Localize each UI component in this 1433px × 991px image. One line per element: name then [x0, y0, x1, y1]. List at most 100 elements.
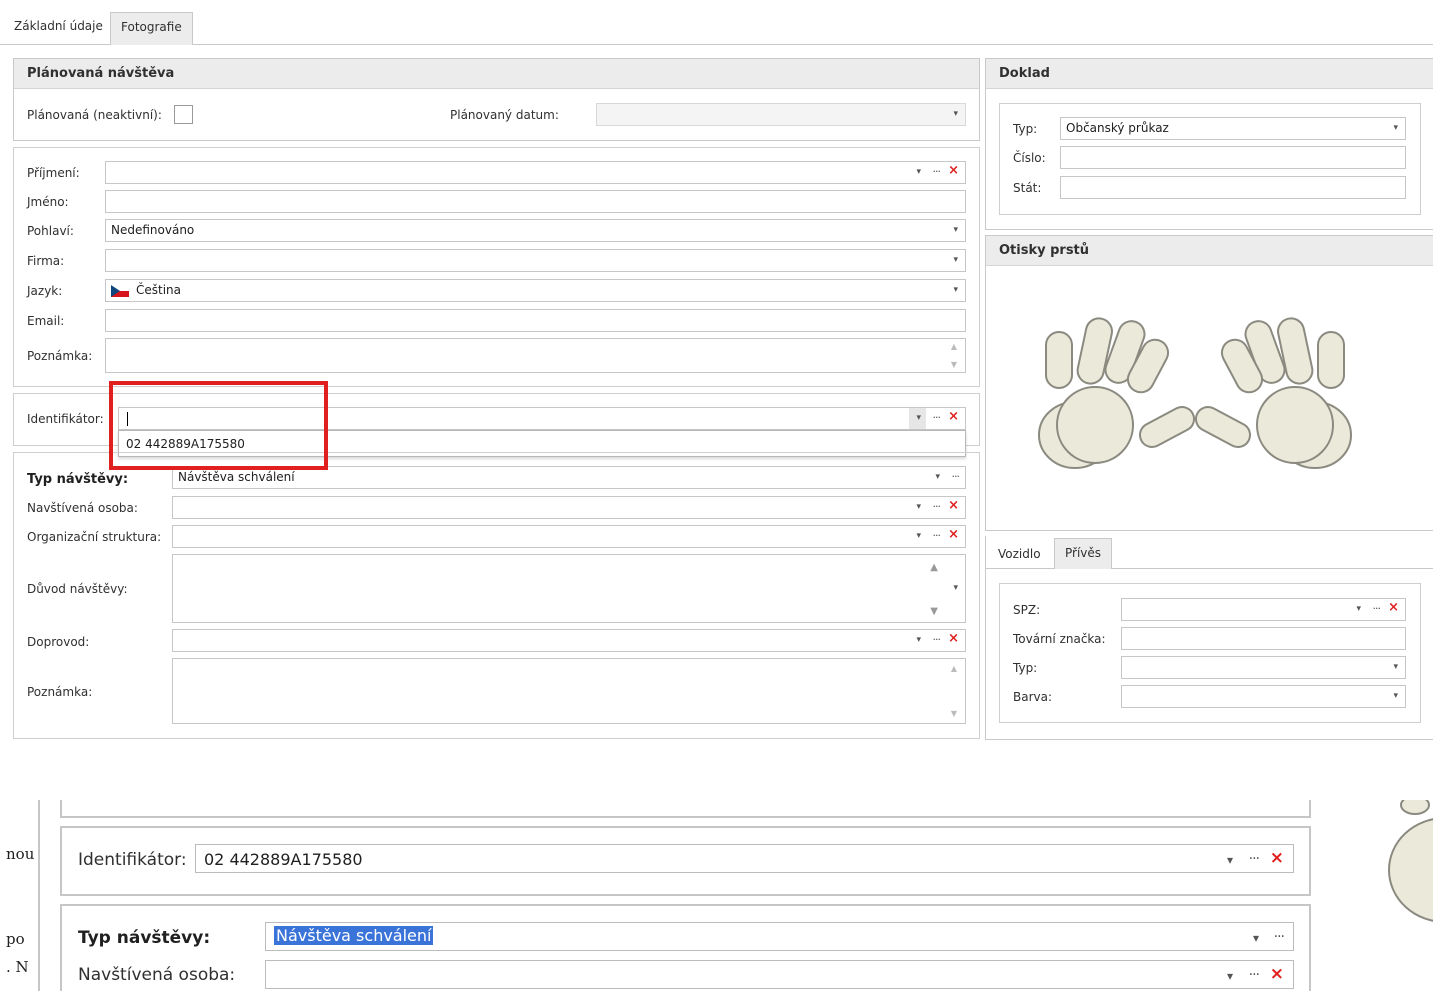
zoom-identifier-value: 02 442889A175580	[204, 850, 363, 869]
zoom-left-border	[38, 800, 40, 991]
chevron-down-icon[interactable]: ▾	[953, 285, 958, 295]
chevron-down-icon[interactable]: ▾	[953, 109, 958, 119]
hands-icon[interactable]	[1030, 300, 1370, 480]
chevron-down-icon[interactable]: ▾	[916, 531, 921, 541]
scroll-up-icon[interactable]: ▲	[951, 664, 957, 673]
brand-field[interactable]	[1121, 627, 1406, 650]
vehicle-type-label: Typ:	[1013, 661, 1038, 675]
scroll-up-icon[interactable]: ▲	[930, 562, 938, 573]
chevron-down-icon[interactable]: ▾	[916, 502, 921, 512]
chevron-down-icon[interactable]: ▾	[953, 225, 958, 235]
chevron-down-icon[interactable]: ▾	[1393, 662, 1398, 672]
chevron-down-icon[interactable]: ▾	[935, 472, 940, 482]
tab-vehicle[interactable]: Vozidlo	[988, 540, 1051, 568]
chevron-down-icon[interactable]: ▾	[916, 635, 921, 645]
clear-icon[interactable]: ×	[948, 527, 959, 542]
ellipsis-icon[interactable]: ···	[933, 529, 941, 542]
ellipsis-icon[interactable]: ···	[1373, 602, 1381, 615]
chevron-down-icon[interactable]: ▾	[1253, 931, 1259, 945]
surname-field[interactable]: ▾ ··· ×	[105, 161, 966, 184]
clear-icon[interactable]: ×	[948, 498, 959, 513]
scroll-up-icon[interactable]: ▲	[951, 342, 957, 351]
clear-icon[interactable]: ×	[948, 631, 959, 646]
document-type-label: Typ:	[1013, 122, 1038, 136]
escort-field[interactable]: ▾ ··· ×	[172, 629, 966, 652]
tab-trailer[interactable]: Přívěs	[1054, 538, 1113, 569]
highlight-box	[109, 381, 328, 470]
brand-label: Tovární značka:	[1013, 632, 1106, 646]
zoom-identifier-field[interactable]: 02 442889A175580 ▾ ··· ×	[195, 844, 1294, 873]
ellipsis-icon[interactable]: ···	[1274, 929, 1285, 945]
company-select[interactable]: ▾	[105, 249, 966, 272]
ellipsis-icon[interactable]: ···	[933, 633, 941, 646]
chevron-down-icon[interactable]: ▾	[916, 413, 921, 423]
ellipsis-icon[interactable]: ···	[1249, 967, 1260, 983]
document-type-value: Občanský průkaz	[1066, 121, 1169, 135]
clear-icon[interactable]: ×	[1388, 600, 1399, 615]
document-number-field[interactable]	[1060, 146, 1406, 169]
zoom-visited-person-label: Navštívená osoba:	[78, 965, 236, 985]
planned-date-field[interactable]: ▾	[596, 103, 966, 126]
zoomed-view: nou po . N Identifikátor: 02 442889A1755…	[0, 800, 1433, 991]
planned-date-label: Plánovaný datum:	[450, 108, 559, 122]
spz-field[interactable]: ▾ ··· ×	[1121, 598, 1406, 621]
ellipsis-icon[interactable]: ···	[1249, 851, 1260, 867]
chevron-down-icon[interactable]: ▾	[1356, 604, 1361, 614]
clear-icon[interactable]: ×	[1270, 848, 1284, 868]
czech-flag-icon	[111, 285, 129, 297]
chevron-down-icon[interactable]: ▾	[1227, 969, 1233, 983]
scroll-down-icon[interactable]: ▼	[951, 709, 957, 718]
clear-icon[interactable]: ×	[948, 409, 959, 424]
chevron-down-icon[interactable]: ▾	[953, 255, 958, 265]
scroll-down-icon[interactable]: ▼	[930, 606, 938, 617]
person-note-field[interactable]: ▲ ▼	[105, 338, 966, 373]
email-field[interactable]	[105, 309, 966, 332]
document-type-select[interactable]: Občanský průkaz ▾	[1060, 117, 1406, 140]
ellipsis-icon[interactable]: ···	[933, 165, 941, 178]
visit-type-label: Typ návštěvy:	[27, 472, 129, 487]
ellipsis-icon[interactable]: ···	[933, 411, 941, 424]
zoom-hand-fragment-icon	[1388, 800, 1433, 922]
ellipsis-icon[interactable]: ···	[933, 500, 941, 513]
zoom-side-text-1: nou	[6, 845, 35, 863]
zoom-visit-type-label: Typ návštěvy:	[78, 928, 211, 948]
zoom-side-text-3: . N	[6, 958, 29, 976]
chevron-down-icon[interactable]: ▾	[1393, 691, 1398, 701]
gender-label: Pohlaví:	[27, 224, 74, 238]
chevron-down-icon[interactable]: ▾	[1393, 123, 1398, 133]
org-structure-field[interactable]: ▾ ··· ×	[172, 525, 966, 548]
visited-person-label: Navštívená osoba:	[27, 501, 138, 515]
vehicle-type-select[interactable]: ▾	[1121, 656, 1406, 679]
visit-reason-label: Důvod návštěvy:	[27, 582, 128, 596]
planned-inactive-checkbox[interactable]	[174, 105, 193, 124]
surname-label: Příjmení:	[27, 166, 80, 180]
tab-photo[interactable]: Fotografie	[110, 12, 193, 45]
scroll-down-icon[interactable]: ▼	[951, 360, 957, 369]
ellipsis-icon[interactable]: ···	[952, 470, 960, 483]
zoom-side-text-2: po	[6, 930, 25, 948]
color-select[interactable]: ▾	[1121, 685, 1406, 708]
zoom-visited-person-field[interactable]: ▾ ··· ×	[265, 960, 1294, 989]
identifier-label: Identifikátor:	[27, 412, 104, 426]
visit-reason-field[interactable]: ▲ ▼ ▾	[172, 554, 966, 623]
tab-basic-info[interactable]: Základní údaje	[4, 12, 113, 40]
document-country-field[interactable]	[1060, 176, 1406, 199]
chevron-down-icon[interactable]: ▾	[916, 167, 921, 177]
chevron-down-icon[interactable]: ▾	[1227, 853, 1233, 867]
document-country-label: Stát:	[1013, 181, 1042, 195]
org-structure-label: Organizační struktura:	[27, 530, 162, 544]
visited-person-field[interactable]: ▾ ··· ×	[172, 496, 966, 519]
document-number-label: Číslo:	[1013, 151, 1046, 165]
visit-type-value: Návštěva schválení	[178, 470, 295, 484]
name-label: Jméno:	[27, 195, 69, 209]
language-select[interactable]: Čeština ▾	[105, 279, 966, 302]
clear-icon[interactable]: ×	[948, 163, 959, 178]
name-field[interactable]	[105, 190, 966, 213]
planned-inactive-label: Plánovaná (neaktivní):	[27, 108, 162, 122]
visit-note-field[interactable]: ▲ ▼	[172, 658, 966, 724]
gender-select[interactable]: Nedefinováno ▾	[105, 219, 966, 242]
zoom-visit-type-field[interactable]: Návštěva schválení ▾ ···	[265, 922, 1294, 951]
chevron-down-icon[interactable]: ▾	[953, 583, 958, 593]
clear-icon[interactable]: ×	[1270, 964, 1284, 984]
vehicle-tab-line	[985, 568, 1433, 569]
